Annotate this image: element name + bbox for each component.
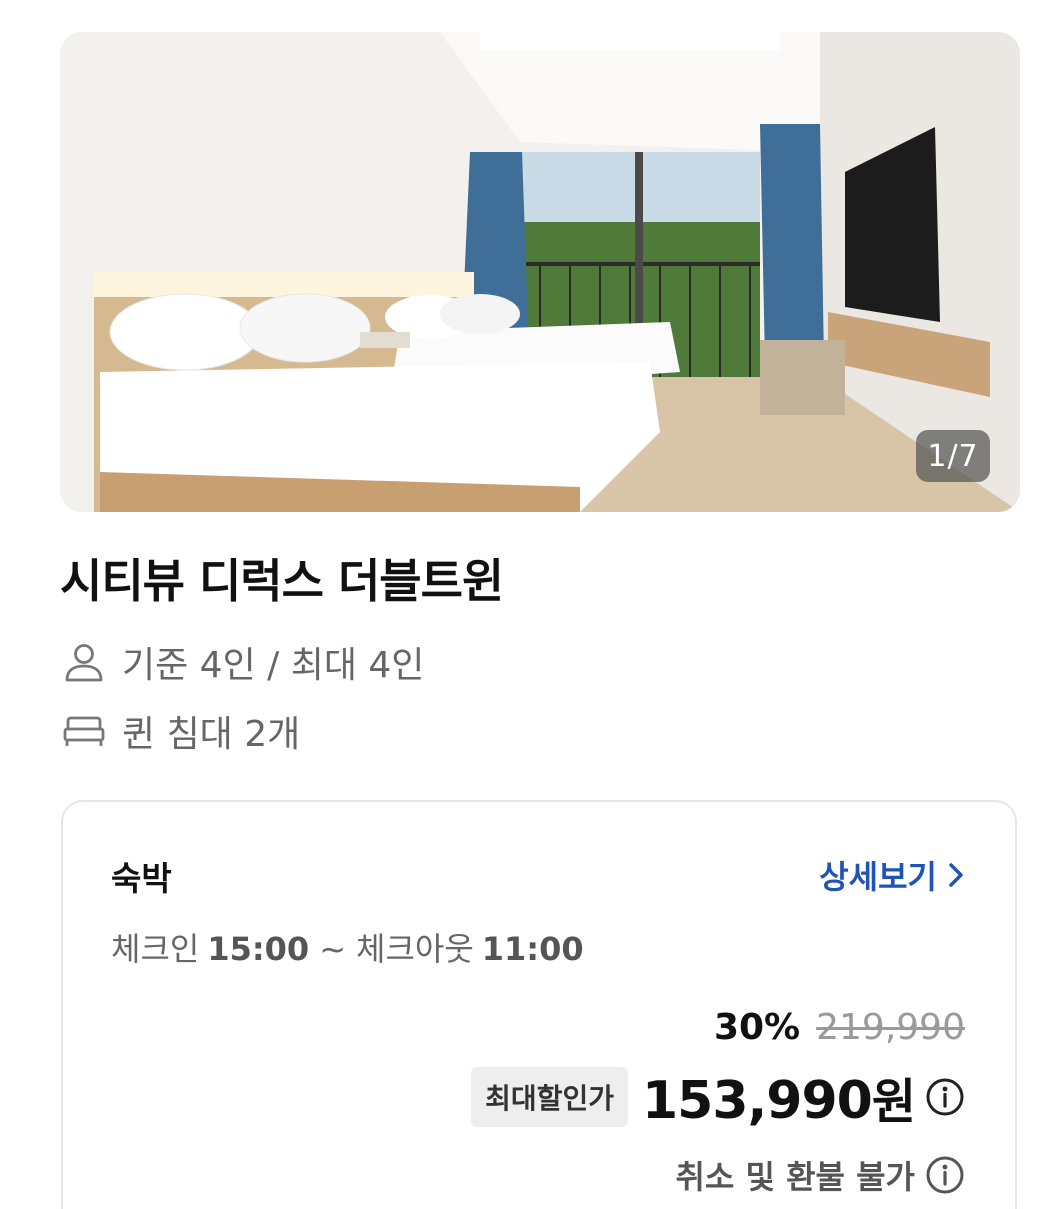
bed-text: 퀸 침대 2개 [122, 714, 301, 755]
refund-policy-line: 취소 및 환불 불가 [471, 1152, 965, 1198]
final-price-line: 최대할인가 153,990원 [471, 1062, 965, 1132]
max-discount-badge: 최대할인가 [471, 1067, 628, 1127]
view-details-label: 상세보기 [819, 858, 937, 896]
checkout-label: 체크아웃 [356, 930, 474, 968]
price-block: 30% 219,990 최대할인가 153,990원 취소 및 환불 불가 [471, 1007, 965, 1198]
bed-row: 퀸 침대 2개 [62, 705, 300, 757]
person-icon [62, 640, 106, 684]
time-separator: ~ [319, 930, 346, 968]
final-price: 153,990원 [641, 1062, 916, 1132]
room-photo-carousel[interactable]: 1/7 [60, 32, 1020, 512]
discount-rate: 30% [713, 1007, 801, 1048]
room-title: 시티뷰 디럭스 더블트윈 [60, 554, 504, 608]
discount-line: 30% 219,990 [471, 1007, 965, 1048]
view-details-link[interactable]: 상세보기 [819, 852, 965, 898]
room-photo [60, 32, 1020, 512]
original-price: 219,990 [816, 1007, 965, 1048]
capacity-text: 기준 4인 / 최대 4인 [122, 645, 425, 686]
photo-counter: 1/7 [916, 430, 990, 482]
bed-icon [62, 709, 106, 753]
final-price-amount: 153,990 [641, 1071, 873, 1131]
capacity-row: 기준 4인 / 최대 4인 [62, 636, 424, 688]
checkout-time: 11:00 [481, 930, 584, 968]
refund-info-icon[interactable] [925, 1155, 965, 1195]
chevron-right-icon [947, 861, 965, 889]
checkin-label: 체크인 [111, 930, 200, 968]
room-detail-page: 1/7 시티뷰 디럭스 더블트윈 기준 4인 / 최대 4인 퀸 침대 2개 숙… [0, 0, 1055, 1209]
currency-unit: 원 [871, 1074, 916, 1130]
refund-policy-text: 취소 및 환불 불가 [675, 1158, 915, 1196]
checkin-time: 15:00 [207, 930, 310, 968]
checkin-checkout-times: 체크인 15:00 ~ 체크아웃 11:00 [111, 924, 584, 970]
stay-option-card: 숙박 상세보기 체크인 15:00 ~ 체크아웃 11:00 30% 219,9… [61, 800, 1017, 1209]
price-info-icon[interactable] [925, 1077, 965, 1117]
stay-type-label: 숙박 [111, 859, 172, 898]
